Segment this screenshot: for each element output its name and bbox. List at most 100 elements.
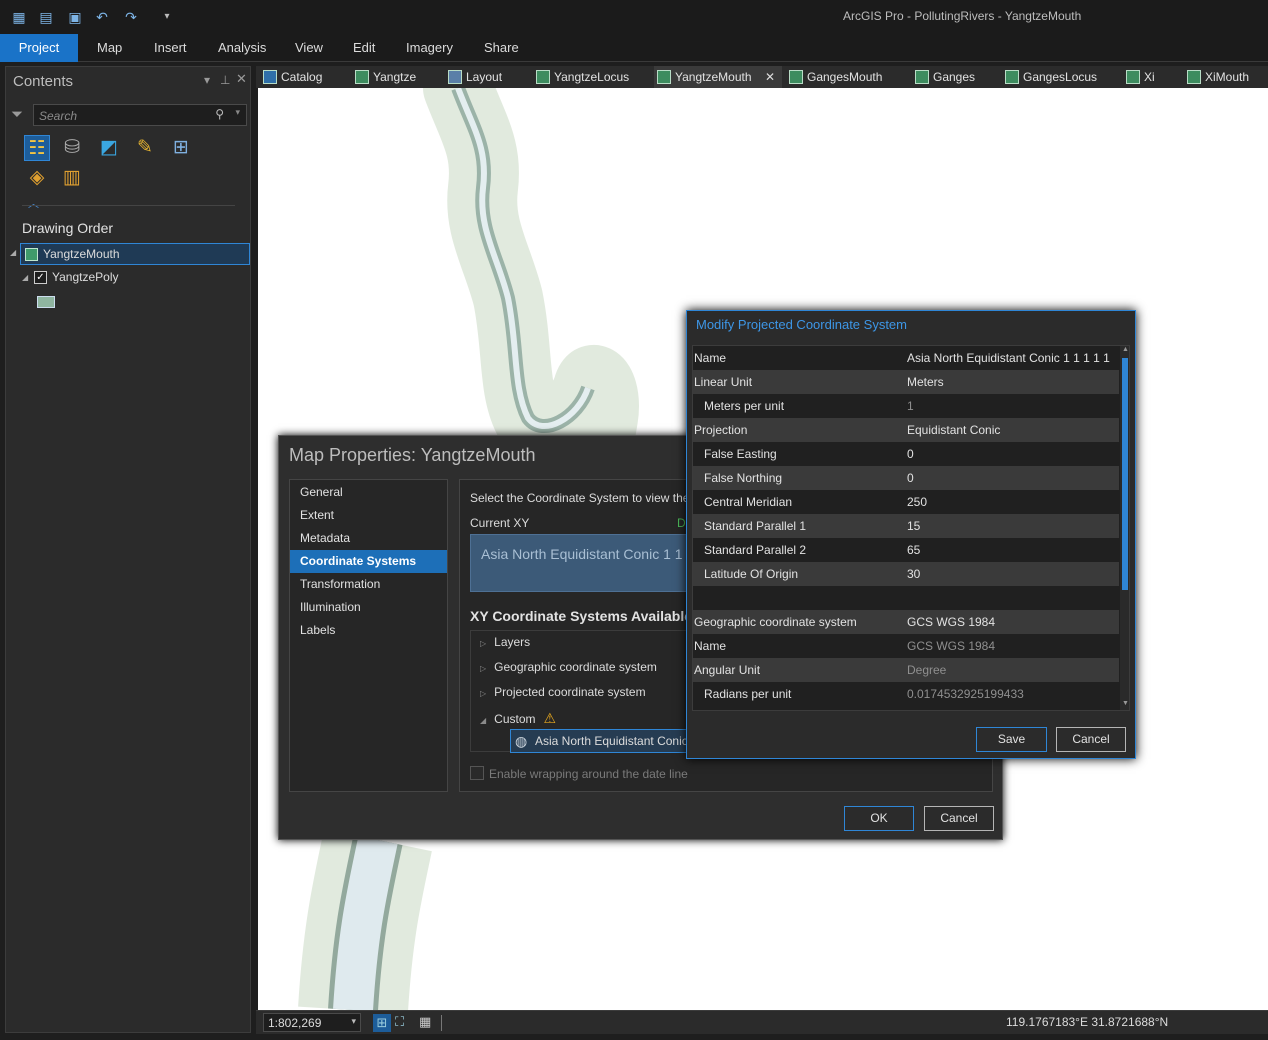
tab-ganges[interactable]: Ganges <box>912 66 975 88</box>
row-geographic-cs[interactable]: Geographic coordinate system GCS WGS 1984 <box>693 610 1119 634</box>
undo-icon[interactable]: ↶ <box>93 8 111 26</box>
map-icon <box>355 70 369 84</box>
tree-layers[interactable]: ▷ Layers <box>480 635 530 649</box>
snapping-icon[interactable]: ⊞ <box>168 135 194 161</box>
snapping-icon[interactable]: ⛶ <box>395 1014 404 1030</box>
map-icon <box>1187 70 1201 84</box>
river-buffer-south <box>298 828 432 1010</box>
tab-yangtzelocus[interactable]: YangtzeLocus <box>533 66 629 88</box>
tab-yangtzemouth[interactable]: YangtzeMouth ✕ <box>654 66 782 88</box>
tab-view[interactable]: View <box>277 34 341 62</box>
labeling-icon[interactable]: ◈ <box>24 165 50 191</box>
catalog-icon <box>263 70 277 84</box>
close-tab-icon[interactable]: ✕ <box>765 66 775 88</box>
nav-labels[interactable]: Labels <box>290 619 447 642</box>
tab-xi[interactable]: Xi <box>1123 66 1155 88</box>
collapse-icon[interactable]: ◢ <box>480 716 486 725</box>
tab-analysis[interactable]: Analysis <box>200 34 284 62</box>
nav-coordinate-systems[interactable]: Coordinate Systems <box>290 550 447 573</box>
tab-insert[interactable]: Insert <box>136 34 205 62</box>
tab-project[interactable]: Project <box>0 34 78 62</box>
tree-projected[interactable]: ▷ Projected coordinate system <box>480 685 646 699</box>
layer-yangtzemouth[interactable]: YangtzeMouth <box>20 243 250 265</box>
nav-metadata[interactable]: Metadata <box>290 527 447 550</box>
dialog-title: Modify Projected Coordinate System <box>696 317 907 332</box>
vertical-scrollbar[interactable]: ▲ ▼ <box>1120 346 1129 710</box>
tab-yangtze[interactable]: Yangtze <box>352 66 416 88</box>
search-icon[interactable]: ⚲ <box>215 107 224 121</box>
collapse-map-icon[interactable]: ◢ <box>10 248 16 257</box>
editing-icon[interactable]: ✎ <box>132 135 158 161</box>
search-options-icon[interactable]: ▾ <box>235 107 240 118</box>
tab-layout[interactable]: Layout <box>445 66 502 88</box>
row-gcs-name[interactable]: Name GCS WGS 1984 <box>693 634 1119 658</box>
navigation-tool-icon[interactable]: ⊞ <box>373 1014 391 1032</box>
scroll-thumb[interactable] <box>1122 358 1128 590</box>
data-source-icon[interactable]: ⛁ <box>59 135 85 161</box>
save-project-icon[interactable]: ▣ <box>66 8 84 26</box>
nav-illumination[interactable]: Illumination <box>290 596 447 619</box>
chevron-up-icon[interactable]: ︿ <box>28 195 39 211</box>
filter-icon[interactable]: ⏷ <box>11 106 23 123</box>
customize-toolbar-icon[interactable]: ▾ <box>158 8 176 26</box>
row-false-easting[interactable]: False Easting 0 <box>693 442 1119 466</box>
row-meters-per-unit[interactable]: Meters per unit 1 <box>693 394 1119 418</box>
nav-extent[interactable]: Extent <box>290 504 447 527</box>
save-button[interactable]: Save <box>976 727 1047 752</box>
new-project-icon[interactable]: ▦ <box>10 8 28 26</box>
row-name[interactable]: Name Asia North Equidistant Conic 1 1 1 1… <box>693 346 1119 389</box>
tab-share[interactable]: Share <box>466 34 537 62</box>
tab-catalog[interactable]: Catalog <box>260 66 322 88</box>
selection-icon[interactable]: ◩ <box>96 135 122 161</box>
layer-visibility-checkbox[interactable]: ✓ <box>34 271 47 284</box>
tab-gangesmouth[interactable]: GangesMouth <box>786 66 882 88</box>
row-radians-per-unit[interactable]: Radians per unit 0.0174532925199433 <box>693 682 1119 706</box>
scroll-down-icon[interactable]: ▼ <box>1122 700 1129 707</box>
row-projection[interactable]: Projection Equidistant Conic <box>693 418 1119 442</box>
redo-icon[interactable]: ↷ <box>122 8 140 26</box>
open-project-icon[interactable]: ▤ <box>37 8 55 26</box>
layout-icon <box>448 70 462 84</box>
row-standard-parallel-2[interactable]: Standard Parallel 2 65 <box>693 538 1119 562</box>
expand-icon[interactable]: ▷ <box>480 639 486 648</box>
river-buffer-north <box>423 88 639 471</box>
map-icon <box>789 70 803 84</box>
scale-input[interactable]: 1:802,269 ▾ <box>263 1013 361 1032</box>
map-icon <box>915 70 929 84</box>
expand-icon[interactable]: ▷ <box>480 664 486 673</box>
contents-search-input[interactable]: Search ⚲ ▾ <box>33 104 247 126</box>
cancel-button[interactable]: Cancel <box>1056 727 1126 752</box>
symbol-swatch[interactable] <box>37 296 55 308</box>
close-pane-icon[interactable]: ✕ <box>236 71 247 87</box>
globe-icon: ◍ <box>515 733 528 749</box>
drawing-order-icon[interactable]: ☷ <box>24 135 50 161</box>
row-linear-unit[interactable]: Linear Unit Meters <box>693 370 1119 394</box>
nav-general[interactable]: General <box>290 481 447 504</box>
scroll-up-icon[interactable]: ▲ <box>1122 346 1129 353</box>
layer-yangtzepoly[interactable]: ✓ YangtzePoly <box>20 267 250 289</box>
row-false-northing[interactable]: False Northing 0 <box>693 466 1119 490</box>
title-bar: ▦ ▤ ▣ ↶ ↷ ▾ ArcGIS Pro - PollutingRivers… <box>0 0 1268 34</box>
charts-icon[interactable]: ▥ <box>59 165 85 191</box>
pane-options-icon[interactable]: ▾ <box>204 73 210 87</box>
ok-button[interactable]: OK <box>844 806 914 831</box>
cancel-button[interactable]: Cancel <box>924 806 994 831</box>
row-standard-parallel-1[interactable]: Standard Parallel 1 15 <box>693 514 1119 538</box>
tab-map[interactable]: Map <box>79 34 140 62</box>
tab-gangeslocus[interactable]: GangesLocus <box>1002 66 1097 88</box>
chevron-down-icon[interactable]: ▾ <box>351 1016 356 1027</box>
expand-icon[interactable]: ▷ <box>480 689 486 698</box>
row-latitude-of-origin[interactable]: Latitude Of Origin 30 <box>693 562 1119 586</box>
tree-custom[interactable]: ◢ Custom ⚠ <box>480 710 556 727</box>
tab-ximouth[interactable]: XiMouth <box>1184 66 1249 88</box>
tab-edit[interactable]: Edit <box>335 34 393 62</box>
nav-transformation[interactable]: Transformation <box>290 573 447 596</box>
row-angular-unit[interactable]: Angular Unit Degree <box>693 658 1119 682</box>
wrap-checkbox[interactable] <box>470 766 484 780</box>
tree-geographic[interactable]: ▷ Geographic coordinate system <box>480 660 657 674</box>
details-link[interactable]: D <box>677 516 686 530</box>
grid-icon[interactable]: ▦ <box>419 1014 431 1030</box>
row-central-meridian[interactable]: Central Meridian 250 <box>693 490 1119 514</box>
tab-imagery[interactable]: Imagery <box>388 34 471 62</box>
pin-icon[interactable]: ⊥ <box>220 73 230 87</box>
